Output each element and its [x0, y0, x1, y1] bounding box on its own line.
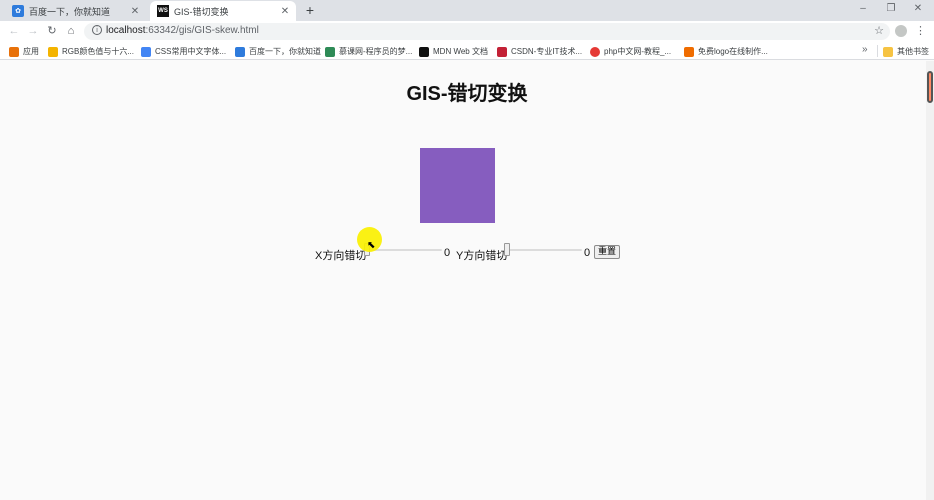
- browser-toolbar: ← → ↻ ⌂ i localhost:63342/gis/GIS-skew.h…: [0, 21, 934, 42]
- bookmark-label: CSS常用中文字体...: [155, 47, 227, 56]
- tab-title: GIS-错切变换: [174, 6, 229, 17]
- bookmark-other[interactable]: 其他书签: [883, 46, 929, 57]
- book-icon: [325, 46, 335, 57]
- slider-thumb[interactable]: [504, 243, 510, 256]
- bookmark-label: 其他书签: [897, 47, 929, 56]
- page-title: GIS-错切变换: [406, 83, 528, 105]
- bookmark-label: CSDN-专业IT技术...: [511, 47, 583, 56]
- info-icon[interactable]: i: [92, 25, 102, 35]
- url-text[interactable]: localhost:63342/gis/GIS-skew.html: [106, 25, 259, 36]
- bookmark-label: RGB颜色值与十六...: [62, 47, 135, 56]
- window-close-icon[interactable]: ✕: [911, 3, 925, 14]
- x-skew-value: 0: [444, 247, 451, 259]
- forward-icon[interactable]: →: [26, 24, 40, 38]
- y-skew-slider[interactable]: [504, 243, 582, 257]
- slider-track: [504, 249, 582, 251]
- menu-dots-icon[interactable]: ⋮: [915, 24, 926, 37]
- bookmark-baidu[interactable]: 百度一下，你就知道: [235, 46, 321, 57]
- bookmark-label: 慕课网-程序员的梦...: [339, 47, 413, 56]
- bookmark-label: 应用: [23, 47, 39, 56]
- url-host: localhost: [106, 25, 146, 36]
- tab-title: 百度一下，你就知道: [29, 6, 111, 17]
- bookmark-apps[interactable]: 应用: [9, 46, 39, 57]
- rainbow-icon: [48, 46, 58, 57]
- tab-baidu[interactable]: ✿ 百度一下，你就知道 ✕: [5, 1, 146, 21]
- webstorm-icon: WS: [157, 5, 169, 17]
- profile-avatar[interactable]: [895, 25, 907, 37]
- apps-grid-icon: [9, 46, 19, 57]
- bookmark-label: php中文网-教程_...: [604, 47, 672, 56]
- csdn-icon: [497, 46, 507, 57]
- scrollbar[interactable]: [926, 61, 934, 500]
- home-icon[interactable]: ⌂: [64, 24, 78, 38]
- close-icon[interactable]: ✕: [128, 6, 142, 17]
- new-tab-button[interactable]: +: [303, 2, 317, 18]
- bookmarks-bar: 应用 RGB颜色值与十六... CSS常用中文字体... 百度一下，你就知道 慕…: [0, 42, 934, 60]
- x-skew-label: X方向错切: [315, 250, 367, 262]
- bookmark-star-icon[interactable]: ☆: [874, 24, 884, 37]
- bookmark-label: 百度一下，你就知道: [249, 47, 321, 56]
- restore-icon[interactable]: ❐: [884, 3, 898, 14]
- bookmarks-divider: [877, 45, 878, 57]
- baidu-paw-icon: [235, 46, 245, 57]
- bookmark-mdn[interactable]: MDN Web 文档: [419, 46, 488, 57]
- mdn-icon: [419, 46, 429, 57]
- folder-icon: [883, 46, 893, 57]
- y-skew-label: Y方向错切: [456, 250, 508, 262]
- minimize-icon[interactable]: –: [856, 3, 870, 14]
- baidu-paw-icon: ✿: [12, 5, 24, 17]
- bookmark-csdn[interactable]: CSDN-专业IT技术...: [497, 46, 582, 57]
- y-skew-value: 0: [584, 247, 591, 259]
- bookmark-label: MDN Web 文档: [433, 47, 488, 56]
- bookmark-imooc[interactable]: 慕课网-程序员的梦...: [325, 46, 412, 57]
- cursor-icon: ⬉: [367, 240, 376, 251]
- address-bar[interactable]: i localhost:63342/gis/GIS-skew.html ☆: [84, 23, 890, 40]
- reset-button[interactable]: 重置: [594, 245, 621, 259]
- bookmarks-overflow-icon[interactable]: »: [862, 44, 868, 55]
- skew-square: [420, 148, 495, 223]
- tab-strip: ✿ 百度一下，你就知道 ✕ WS GIS-错切变换 ✕ + – ❐ ✕: [0, 0, 934, 21]
- page-content: GIS-错切变换 X方向错切 0 Y方向错切 0 重置 ⬉: [0, 61, 926, 500]
- close-icon[interactable]: ✕: [278, 6, 292, 17]
- bookmark-rgb[interactable]: RGB颜色值与十六...: [48, 46, 134, 57]
- bookmark-logo-maker[interactable]: 免费logo在线制作...: [684, 46, 768, 57]
- reload-icon[interactable]: ↻: [45, 24, 59, 38]
- url-path: :63342/gis/GIS-skew.html: [145, 25, 259, 36]
- back-icon[interactable]: ←: [7, 24, 21, 38]
- php-icon: [590, 46, 600, 57]
- page-icon: [141, 46, 151, 57]
- logo-maker-icon: [684, 46, 694, 57]
- bookmark-css-fonts[interactable]: CSS常用中文字体...: [141, 46, 226, 57]
- bookmark-php[interactable]: php中文网-教程_...: [590, 46, 671, 57]
- scrollbar-thumb[interactable]: [927, 71, 933, 103]
- bookmark-label: 免费logo在线制作...: [698, 47, 768, 56]
- tab-gis-skew[interactable]: WS GIS-错切变换 ✕: [150, 1, 296, 21]
